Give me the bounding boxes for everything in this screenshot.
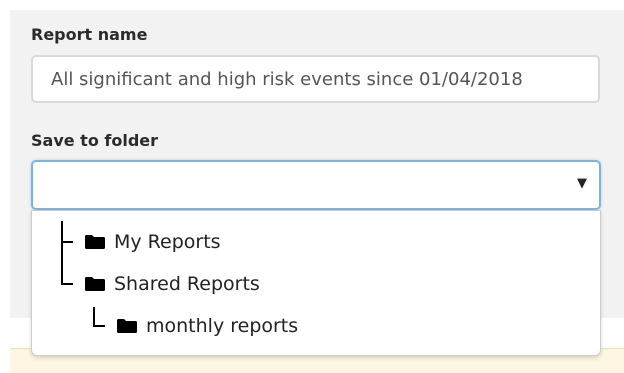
folder-select[interactable]: ▼ bbox=[31, 160, 601, 210]
folder-option-my-reports[interactable]: My Reports bbox=[85, 227, 221, 257]
folder-option-shared-reports[interactable]: Shared Reports bbox=[85, 269, 260, 299]
chevron-down-icon[interactable]: ▼ bbox=[577, 176, 587, 191]
folder-option-label: Shared Reports bbox=[114, 273, 260, 295]
tree-connector bbox=[61, 283, 73, 285]
folder-icon bbox=[85, 277, 105, 291]
folder-icon bbox=[117, 319, 137, 333]
report-name-label: Report name bbox=[31, 25, 148, 44]
folder-option-monthly-reports[interactable]: monthly reports bbox=[117, 311, 298, 341]
tree-connector bbox=[61, 241, 73, 243]
tree-connector bbox=[93, 307, 95, 326]
save-to-folder-label: Save to folder bbox=[31, 131, 159, 150]
folder-option-label: monthly reports bbox=[146, 315, 299, 337]
folder-tree-dropdown: My Reports Shared Reports monthly report… bbox=[31, 210, 601, 356]
tree-connector bbox=[93, 325, 105, 327]
report-name-input[interactable] bbox=[31, 55, 600, 103]
tree-connector bbox=[61, 221, 63, 284]
folder-icon bbox=[85, 235, 105, 249]
folder-option-label: My Reports bbox=[114, 231, 221, 253]
